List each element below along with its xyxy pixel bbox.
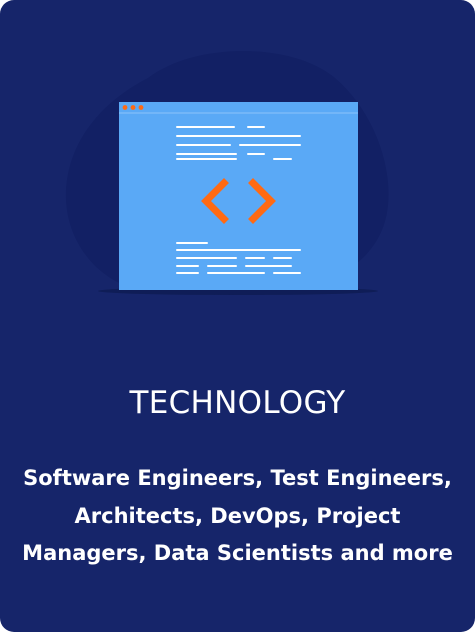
card-description: Software Engineers, Test Engineers, Arch… <box>22 466 453 565</box>
code-window-illustration <box>65 51 389 295</box>
window-body <box>119 102 358 290</box>
card-title: TECHNOLOGY <box>129 385 346 421</box>
technology-card[interactable]: TECHNOLOGY Software Engineers, Test Engi… <box>0 0 475 632</box>
window-dots-icon <box>122 105 144 110</box>
code-window-icon <box>119 102 358 290</box>
